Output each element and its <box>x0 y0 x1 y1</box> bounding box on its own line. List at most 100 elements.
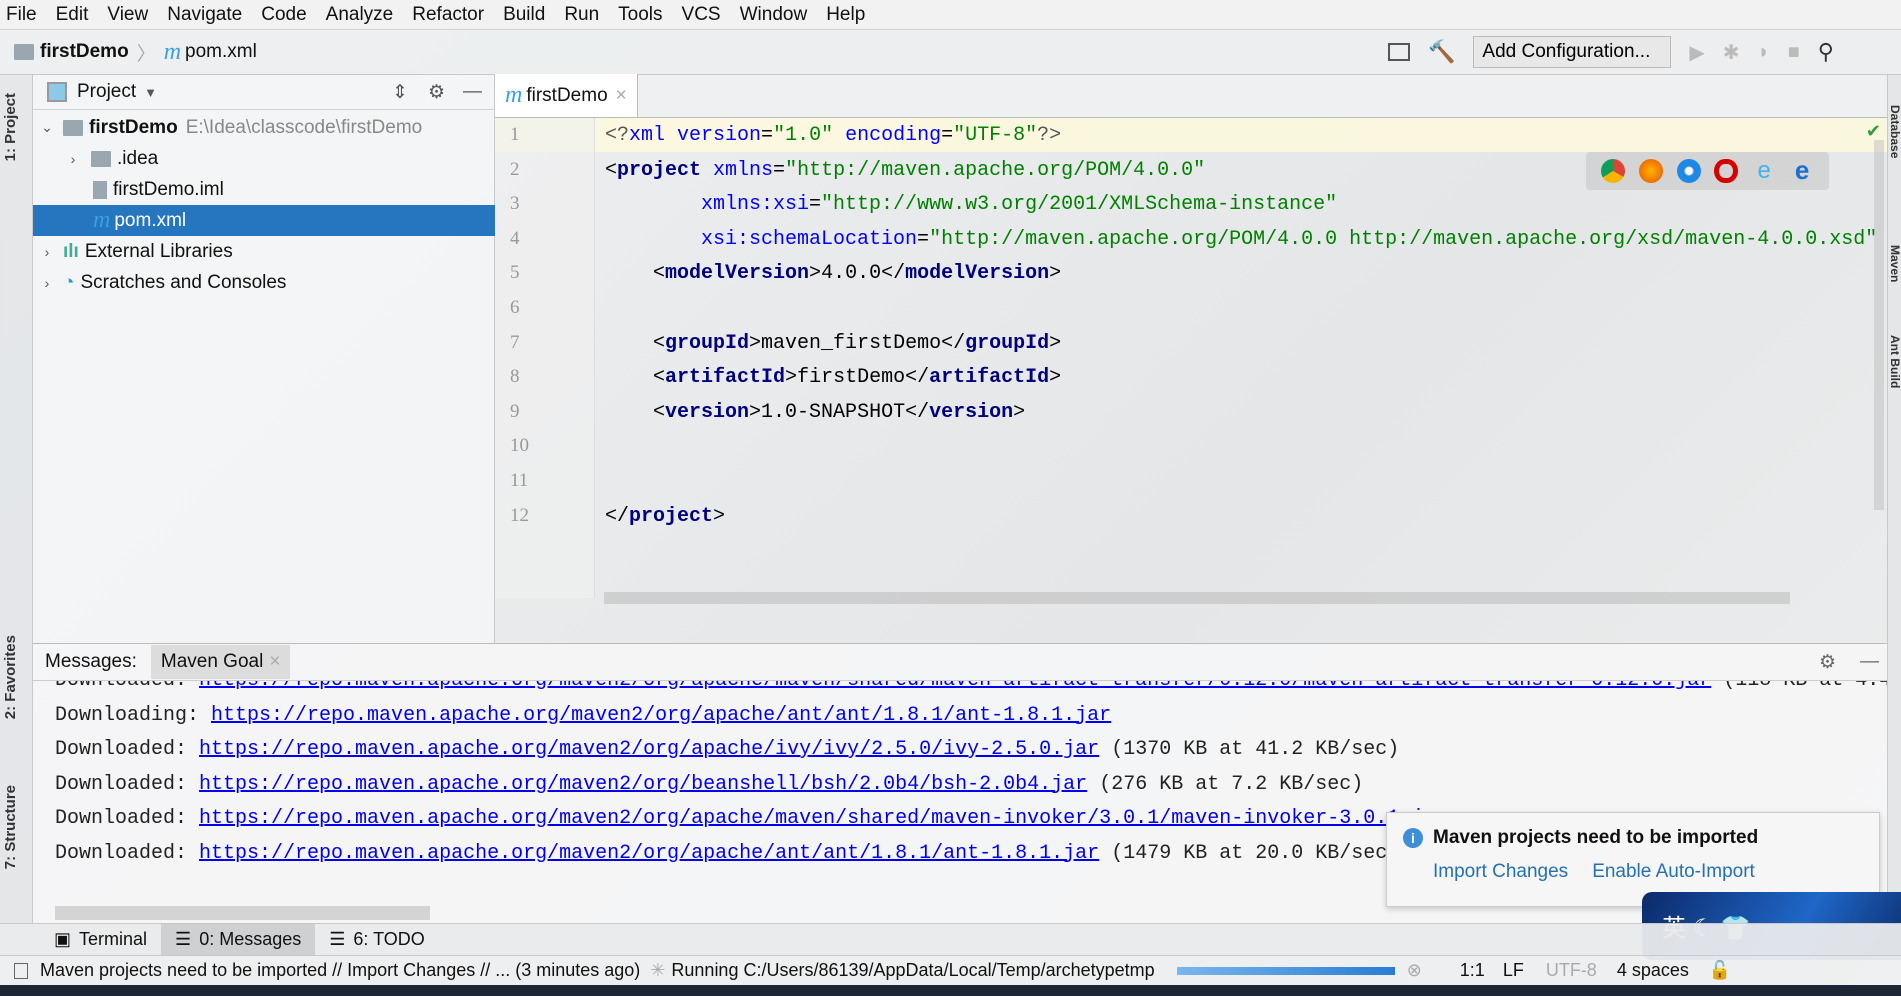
menu-refactor[interactable]: Refactor <box>412 4 484 26</box>
hide-panel-icon[interactable]: — <box>1860 651 1879 673</box>
chevron-down-icon[interactable]: ▼ <box>144 85 157 100</box>
message-prefix: Downloaded: <box>55 772 200 796</box>
tab-label: 6: TODO <box>353 929 425 949</box>
menu-build[interactable]: Build <box>503 4 545 26</box>
messages-horizontal-scrollbar[interactable] <box>55 906 430 920</box>
editor-horizontal-scrollbar[interactable] <box>604 592 1790 604</box>
message-prefix: Downloading: <box>55 703 212 727</box>
firefox-icon[interactable] <box>1638 159 1663 183</box>
tree-item-scratches[interactable]: › ◔ Scratches and Consoles <box>33 267 495 298</box>
cancel-icon[interactable]: ⊗ <box>1407 960 1422 981</box>
project-tool-tab[interactable]: 1: Project <box>2 93 19 161</box>
message-prefix: Downloaded: <box>55 681 199 692</box>
code-token: > <box>1013 400 1026 424</box>
stop-icon[interactable]: ■ <box>1788 41 1800 64</box>
menu-code[interactable]: Code <box>261 4 306 26</box>
code-token: < <box>653 366 666 390</box>
status-message[interactable]: Maven projects need to be imported // Im… <box>40 960 640 981</box>
chrome-icon[interactable] <box>1600 159 1625 183</box>
chevron-down-icon[interactable]: ⌄ <box>37 119 57 136</box>
code-token: project <box>629 504 714 528</box>
debug-icon[interactable]: ✱ <box>1723 40 1740 65</box>
import-changes-link[interactable]: Import Changes <box>1433 861 1568 883</box>
todo-tab[interactable]: ☰ 6: TODO <box>315 924 439 956</box>
terminal-tab[interactable]: ▣ Terminal <box>40 924 161 956</box>
run-icon[interactable]: ▶ <box>1689 40 1704 65</box>
download-link[interactable]: https://repo.maven.apache.org/maven2/org… <box>199 807 1447 830</box>
code-token: version <box>929 400 1014 424</box>
code-token: > <box>1049 262 1062 286</box>
favorites-tool-tab[interactable]: 2: Favorites <box>2 635 19 719</box>
structure-tool-tab[interactable]: 7: Structure <box>2 785 19 869</box>
line-separator[interactable]: LF <box>1503 960 1524 981</box>
indent-setting[interactable]: 4 spaces <box>1617 960 1689 981</box>
maven-goal-tab[interactable]: Maven Goal × <box>150 645 291 679</box>
caret-position[interactable]: 1:1 <box>1460 960 1485 981</box>
search-icon[interactable]: ⚲ <box>1818 39 1834 65</box>
menu-run[interactable]: Run <box>564 4 599 26</box>
edge-icon[interactable]: e <box>1790 157 1814 183</box>
tree-item-iml[interactable]: firstDemo.iml <box>33 174 495 205</box>
add-configuration-button[interactable]: Add Configuration... <box>1473 36 1672 68</box>
build-hammer-icon[interactable]: 🔨 <box>1428 39 1455 65</box>
close-icon[interactable]: × <box>616 85 627 107</box>
messages-tab[interactable]: ☰ 0: Messages <box>161 923 316 956</box>
chevron-right-icon[interactable]: › <box>37 244 57 260</box>
download-link[interactable]: https://repo.maven.apache.org/maven2/org… <box>199 773 1087 796</box>
lock-icon[interactable]: 🔓 <box>1709 960 1731 981</box>
hide-panel-icon[interactable]: — <box>463 81 482 103</box>
code-token: = <box>941 124 954 147</box>
menu-window[interactable]: Window <box>740 4 808 26</box>
editor-tab-firstdemo[interactable]: m firstDemo × <box>495 74 638 117</box>
database-tool-tab[interactable]: Database <box>1888 105 1901 158</box>
opera-icon[interactable] <box>1714 159 1739 183</box>
download-link[interactable]: https://repo.maven.apache.org/maven2/org… <box>199 681 1711 692</box>
tree-item-idea[interactable]: › .idea <box>33 143 495 174</box>
line-number: 2 <box>510 158 520 180</box>
download-link[interactable]: https://repo.maven.apache.org/maven2/org… <box>211 704 1111 727</box>
menu-help[interactable]: Help <box>826 4 865 26</box>
gear-icon[interactable]: ⚙ <box>428 81 445 104</box>
menu-navigate[interactable]: Navigate <box>167 4 242 26</box>
download-link[interactable]: https://repo.maven.apache.org/maven2/org… <box>199 738 1099 761</box>
ant-build-tool-tab[interactable]: Ant Build <box>1888 335 1901 388</box>
menu-analyze[interactable]: Analyze <box>326 4 394 26</box>
tree-item-external-libraries[interactable]: › ılı External Libraries <box>33 236 495 267</box>
code-token: encoding <box>833 124 942 147</box>
coverage-icon[interactable]: ◗ <box>1758 41 1770 64</box>
code-token: xmlns <box>701 158 774 182</box>
ie-icon[interactable]: e <box>1752 159 1776 183</box>
tree-item-pom[interactable]: m pom.xml <box>33 205 495 236</box>
tree-item-firstdemo[interactable]: ⌄ firstDemo E:\Idea\classcode\firstDemo <box>33 112 495 143</box>
menu-tools[interactable]: Tools <box>618 4 662 26</box>
breadcrumb-project[interactable]: firstDemo <box>40 41 129 63</box>
close-icon[interactable]: × <box>269 651 280 672</box>
menu-vcs[interactable]: VCS <box>682 4 721 26</box>
breadcrumb-file[interactable]: pom.xml <box>185 41 257 63</box>
code-line-4: xsi:schemaLocation="http://maven.apache.… <box>701 228 1877 251</box>
message-suffix: (276 KB at 7.2 KB/sec) <box>1087 772 1364 796</box>
editor-vertical-scrollbar[interactable] <box>1874 140 1884 510</box>
run-window-icon[interactable] <box>1388 43 1410 61</box>
gear-icon[interactable]: ⚙ <box>1819 651 1836 674</box>
menu-edit[interactable]: Edit <box>56 4 89 26</box>
menu-file[interactable]: File <box>6 4 37 26</box>
event-log-icon[interactable] <box>14 962 28 979</box>
download-link[interactable]: https://repo.maven.apache.org/maven2/org… <box>199 842 1099 865</box>
maven-tool-tab[interactable]: Maven <box>1888 245 1901 282</box>
enable-auto-import-link[interactable]: Enable Auto-Import <box>1592 861 1755 883</box>
folder-icon <box>91 150 111 167</box>
code-token: modelVersion <box>905 262 1050 286</box>
code-token: project <box>617 158 702 182</box>
menu-view[interactable]: View <box>107 4 148 26</box>
project-view-selector[interactable]: Project <box>77 81 136 103</box>
code-token: < <box>653 331 666 355</box>
collapse-all-icon[interactable]: ⇕ <box>392 81 408 104</box>
chevron-right-icon[interactable]: › <box>63 151 83 167</box>
code-token: "http://www.w3.org/2001/XMLSchema-instan… <box>821 193 1338 217</box>
tool-window-bar: ▣ Terminal ☰ 0: Messages ☰ 6: TODO <box>0 923 1901 956</box>
code-token: < <box>653 400 666 424</box>
file-encoding[interactable]: UTF-8 <box>1546 960 1597 981</box>
chevron-right-icon[interactable]: › <box>37 275 57 291</box>
safari-icon[interactable] <box>1676 159 1701 183</box>
